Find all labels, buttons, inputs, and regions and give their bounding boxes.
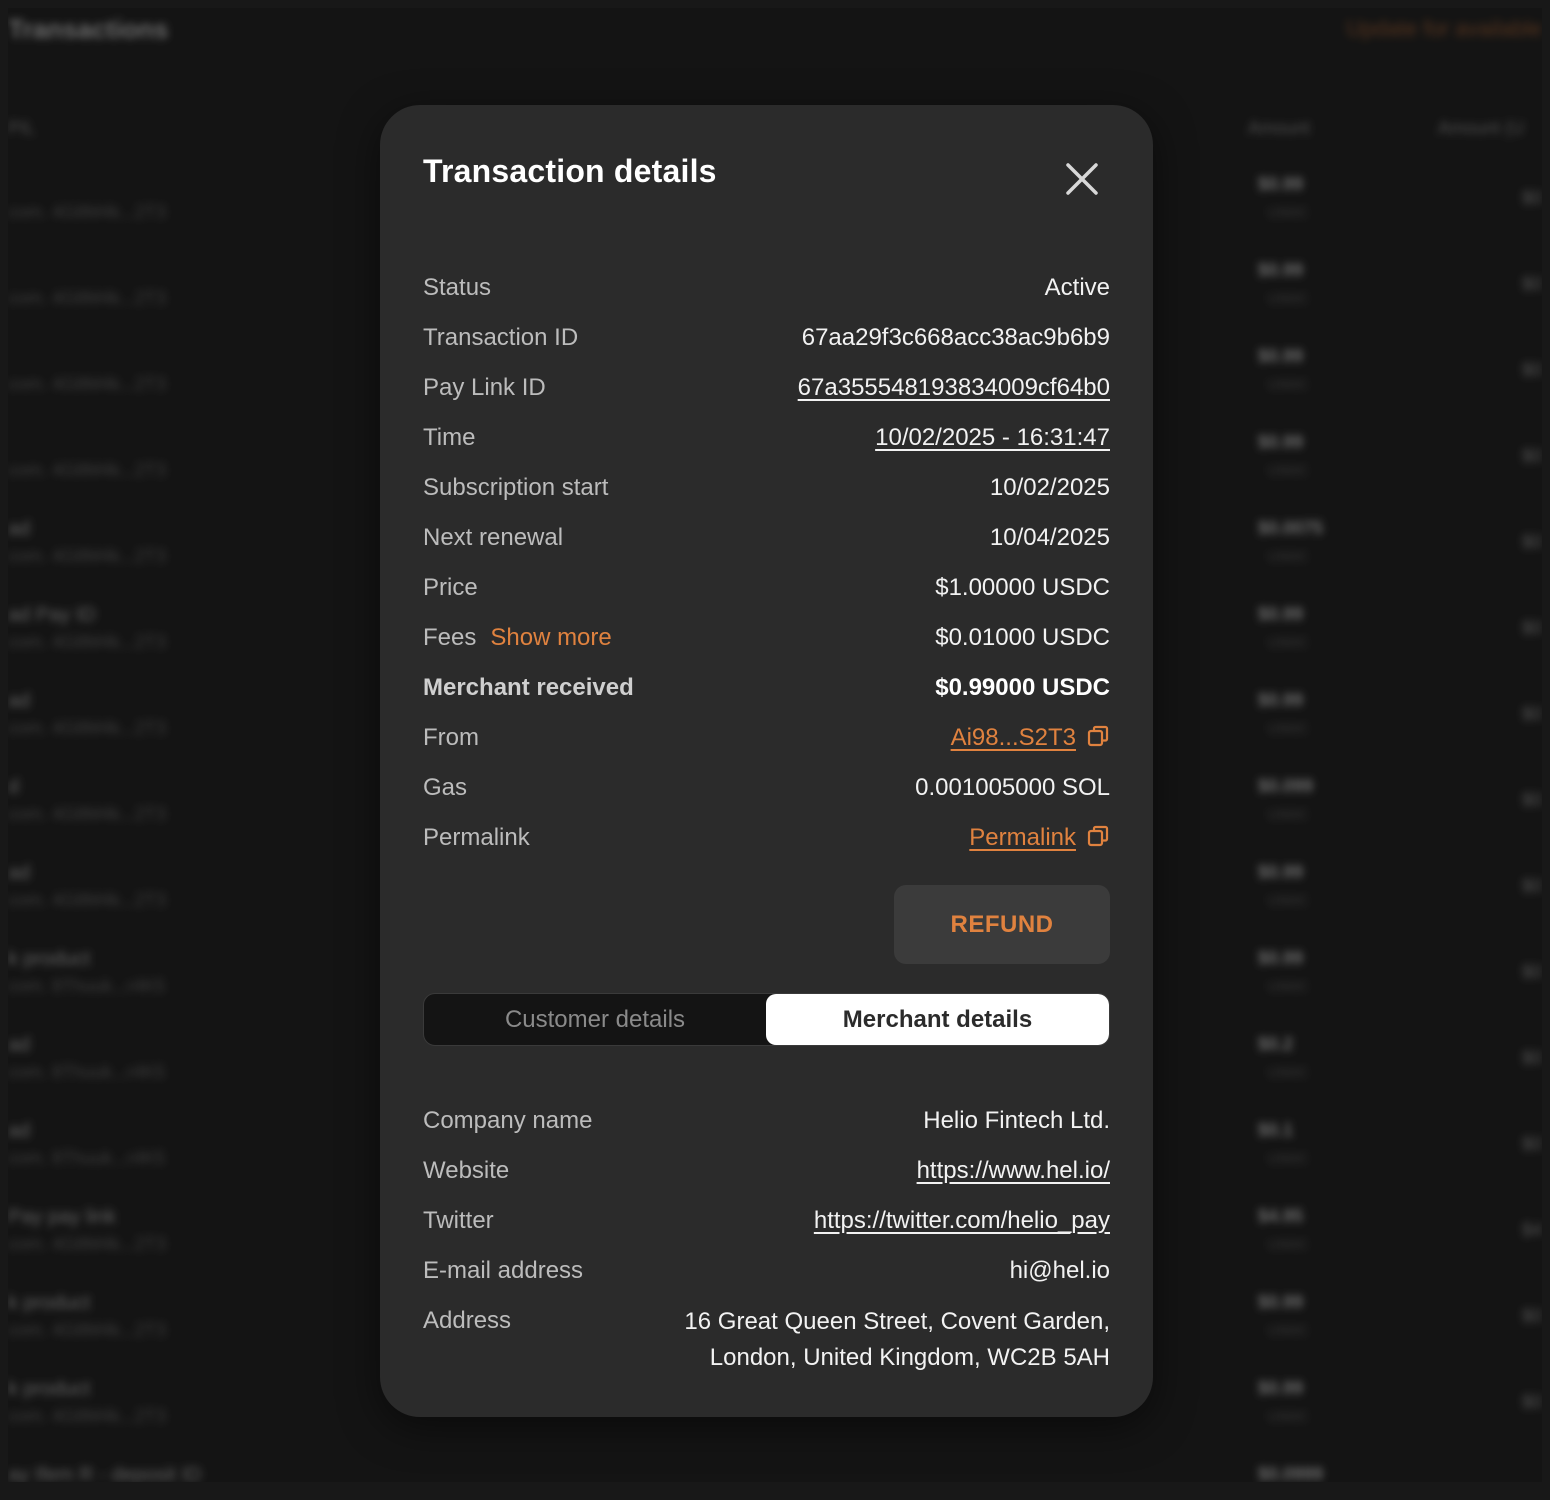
close-icon[interactable]	[1060, 157, 1104, 201]
price-label: Price	[423, 574, 478, 601]
email-value: hi@hel.io	[1009, 1257, 1110, 1284]
merchant-received-row: Merchant received $0.99000 USDC	[423, 671, 1110, 705]
address-line-2: London, United Kingdom, WC2B 5AH	[709, 1344, 1110, 1371]
subscription-start-row: Subscription start 10/02/2025	[423, 471, 1110, 505]
fees-value: $0.01000 USDC	[935, 624, 1110, 651]
merchant-received-label: Merchant received	[423, 674, 634, 701]
time-link[interactable]: 10/02/2025 - 16:31:47	[875, 421, 1110, 455]
pay-link-id-link[interactable]: 67a355548193834009cf64b0	[798, 371, 1110, 405]
copy-icon[interactable]	[1086, 724, 1110, 758]
time-row: Time 10/02/2025 - 16:31:47	[423, 421, 1110, 455]
merchant-received-value: $0.99000 USDC	[935, 674, 1110, 701]
twitter-row: Twitter https://twitter.com/helio_pay	[423, 1204, 1110, 1238]
address-value: 16 Great Queen Street, Covent Garden, Lo…	[684, 1304, 1110, 1376]
email-label: E-mail address	[423, 1257, 584, 1284]
pay-link-id-label: Pay Link ID	[423, 374, 546, 401]
address-row: Address 16 Great Queen Street, Covent Ga…	[423, 1304, 1110, 1376]
permalink-value-group: Permalink	[969, 821, 1110, 858]
transaction-details-modal: Transaction details Status Active Transa…	[380, 105, 1153, 1417]
gas-label: Gas	[423, 774, 468, 801]
copy-icon[interactable]	[1086, 824, 1110, 858]
next-renewal-value: 10/04/2025	[989, 524, 1110, 551]
from-address-link[interactable]: Ai98...S2T3	[951, 724, 1076, 751]
permalink-row: Permalink Permalink	[423, 821, 1110, 855]
refund-button[interactable]: REFUND	[894, 885, 1110, 964]
details-tabs: Customer details Merchant details	[423, 993, 1110, 1046]
subscription-start-label: Subscription start	[423, 474, 609, 501]
price-row: Price $1.00000 USDC	[423, 571, 1110, 605]
permalink-link[interactable]: Permalink	[969, 824, 1076, 851]
tab-merchant-details[interactable]: Merchant details	[766, 994, 1109, 1045]
status-label: Status	[423, 274, 492, 301]
subscription-start-value: 10/02/2025	[989, 474, 1110, 501]
status-row: Status Active	[423, 271, 1110, 305]
from-label: From	[423, 724, 479, 751]
fees-label-group: Fees Show more	[423, 621, 612, 655]
pay-link-id-row: Pay Link ID 67a355548193834009cf64b0	[423, 371, 1110, 405]
modal-title: Transaction details	[423, 153, 717, 189]
website-label: Website	[423, 1157, 510, 1184]
transaction-id-row: Transaction ID 67aa29f3c668acc38ac9b6b9	[423, 321, 1110, 355]
tab-customer-details[interactable]: Customer details	[424, 994, 766, 1045]
fees-row: Fees Show more $0.01000 USDC	[423, 621, 1110, 655]
website-row: Website https://www.hel.io/	[423, 1154, 1110, 1188]
twitter-link[interactable]: https://twitter.com/helio_pay	[814, 1204, 1110, 1238]
show-more-link[interactable]: Show more	[490, 624, 611, 651]
transaction-id-value: 67aa29f3c668acc38ac9b6b9	[801, 324, 1110, 351]
email-row: E-mail address hi@hel.io	[423, 1254, 1110, 1288]
address-line-1: 16 Great Queen Street, Covent Garden,	[684, 1308, 1110, 1335]
twitter-label: Twitter	[423, 1207, 494, 1234]
price-value: $1.00000 USDC	[935, 574, 1110, 601]
status-value: Active	[1044, 274, 1110, 301]
company-name-value: Helio Fintech Ltd.	[923, 1107, 1110, 1134]
company-name-label: Company name	[423, 1107, 593, 1134]
fees-label: Fees	[423, 624, 477, 651]
from-value-group: Ai98...S2T3	[951, 721, 1110, 758]
gas-value: 0.001005000 SOL	[915, 774, 1110, 801]
gas-row: Gas 0.001005000 SOL	[423, 771, 1110, 805]
next-renewal-label: Next renewal	[423, 524, 564, 551]
company-name-row: Company name Helio Fintech Ltd.	[423, 1104, 1110, 1138]
address-label: Address	[423, 1307, 512, 1334]
website-link[interactable]: https://www.hel.io/	[917, 1154, 1110, 1188]
from-row: From Ai98...S2T3	[423, 721, 1110, 755]
next-renewal-row: Next renewal 10/04/2025	[423, 521, 1110, 555]
transaction-id-label: Transaction ID	[423, 324, 579, 351]
permalink-label: Permalink	[423, 824, 530, 851]
time-label: Time	[423, 424, 476, 451]
